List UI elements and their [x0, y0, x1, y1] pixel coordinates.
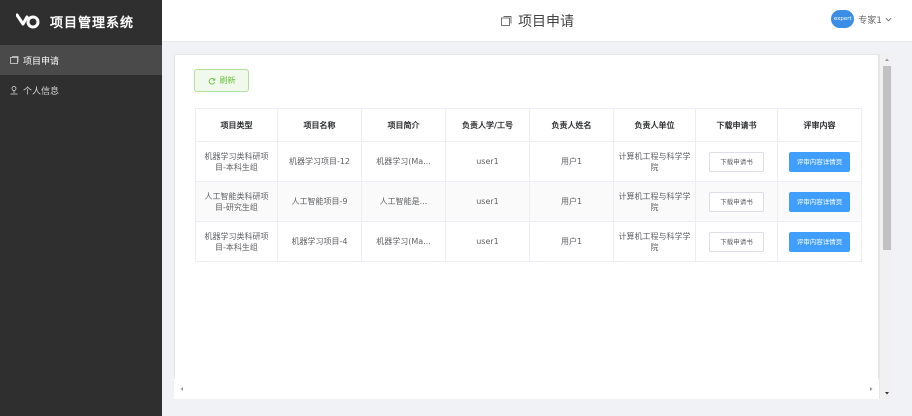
sidebar-item-project-apply[interactable]: 项目申请 — [0, 45, 162, 75]
main-content: 刷新 项目类型 项目名称 项目简介 负责人学/工号 负责人姓名 负责人单位 下载… — [162, 42, 912, 416]
cell-type: 机器学习类科研项目-本科生组 — [195, 221, 278, 262]
scroll-right-icon[interactable] — [867, 385, 875, 393]
scroll-down-icon[interactable] — [883, 389, 891, 397]
column-header: 负责人单位 — [613, 108, 696, 142]
cell-review: 评审内容详情页 — [777, 141, 862, 182]
cell-leader-id: user1 — [445, 181, 530, 222]
review-detail-button[interactable]: 评审内容详情页 — [788, 151, 851, 172]
download-application-button[interactable]: 下载申请书 — [709, 191, 764, 212]
header: 项目申请 expert 专家1 — [162, 0, 912, 42]
table-header-row: 项目类型 项目名称 项目简介 负责人学/工号 负责人姓名 负责人单位 下载申请书… — [195, 108, 862, 142]
cell-unit: 计算机工程与科学学院 — [613, 221, 696, 262]
scroll-left-icon[interactable] — [178, 385, 186, 393]
brand: 项目管理系统 — [0, 0, 162, 42]
table-row: 机器学习类科研项目-本科生组 机器学习项目-12 机器学习(Ma... user… — [195, 141, 862, 182]
user-icon — [10, 86, 18, 95]
column-header: 下载申请书 — [695, 108, 778, 142]
logo-icon — [16, 13, 40, 29]
app-title: 项目管理系统 — [50, 15, 135, 31]
cell-review: 评审内容详情页 — [777, 221, 862, 262]
cell-intro: 人工智能是... — [361, 181, 446, 222]
horizontal-scrollbar[interactable] — [174, 379, 879, 399]
review-detail-button[interactable]: 评审内容详情页 — [788, 191, 851, 212]
table-row: 人工智能类科研项目-研究生组 人工智能项目-9 人工智能是... user1 用… — [195, 181, 862, 222]
cell-leader-name: 用户1 — [529, 221, 614, 262]
download-application-button[interactable]: 下载申请书 — [709, 151, 764, 172]
review-detail-button[interactable]: 评审内容详情页 — [788, 231, 851, 252]
cell-download: 下载申请书 — [695, 181, 778, 222]
download-application-button[interactable]: 下载申请书 — [709, 231, 764, 252]
cell-leader-id: user1 — [445, 221, 530, 262]
cell-leader-name: 用户1 — [529, 141, 614, 182]
sidebar: 项目管理系统 项目申请 个人信息 — [0, 0, 162, 416]
cell-download: 下载申请书 — [695, 221, 778, 262]
cell-name: 机器学习项目-4 — [277, 221, 362, 262]
document-icon — [10, 56, 19, 64]
page-title: 项目申请 — [518, 14, 574, 30]
cell-unit: 计算机工程与科学学院 — [613, 181, 696, 222]
refresh-label: 刷新 — [219, 76, 236, 85]
cell-unit: 计算机工程与科学学院 — [613, 141, 696, 182]
cell-intro: 机器学习(Ma... — [361, 141, 446, 182]
page-title-wrap: 项目申请 — [162, 0, 912, 42]
refresh-button[interactable]: 刷新 — [194, 69, 249, 92]
user-name: 专家1 — [858, 15, 882, 26]
column-header: 负责人姓名 — [529, 108, 614, 142]
cell-name: 机器学习项目-12 — [277, 141, 362, 182]
vertical-scrollbar[interactable] — [879, 54, 893, 399]
cell-download: 下载申请书 — [695, 141, 778, 182]
cell-review: 评审内容详情页 — [777, 181, 862, 222]
column-header: 项目名称 — [277, 108, 362, 142]
table-row: 机器学习类科研项目-本科生组 机器学习项目-4 机器学习(Ma... user1… — [195, 221, 862, 262]
user-menu[interactable]: expert 专家1 — [831, 10, 892, 28]
scrollbar-thumb[interactable] — [883, 66, 891, 250]
app-window: 项目管理系统 项目申请 个人信息 项目申请 expert 专家1 刷新 项目类型… — [0, 0, 912, 416]
cell-leader-id: user1 — [445, 141, 530, 182]
avatar: expert — [831, 10, 855, 28]
sidebar-item-label: 个人信息 — [23, 86, 60, 97]
column-header: 项目简介 — [361, 108, 446, 142]
column-header: 项目类型 — [195, 108, 278, 142]
cell-type: 人工智能类科研项目-研究生组 — [195, 181, 278, 222]
cell-type: 机器学习类科研项目-本科生组 — [195, 141, 278, 182]
scroll-up-icon[interactable] — [883, 56, 891, 64]
refresh-icon — [208, 77, 215, 84]
cell-intro: 机器学习(Ma... — [361, 221, 446, 262]
cell-name: 人工智能项目-9 — [277, 181, 362, 222]
column-header: 负责人学/工号 — [445, 108, 530, 142]
sidebar-item-personal-info[interactable]: 个人信息 — [0, 75, 162, 105]
cell-leader-name: 用户1 — [529, 181, 614, 222]
sidebar-item-label: 项目申请 — [23, 56, 60, 67]
content-panel: 刷新 项目类型 项目名称 项目简介 负责人学/工号 负责人姓名 负责人单位 下载… — [174, 54, 879, 399]
project-table: 项目类型 项目名称 项目简介 负责人学/工号 负责人姓名 负责人单位 下载申请书… — [195, 108, 862, 262]
document-icon — [501, 16, 512, 26]
column-header: 评审内容 — [777, 108, 862, 142]
chevron-down-icon — [885, 17, 892, 21]
